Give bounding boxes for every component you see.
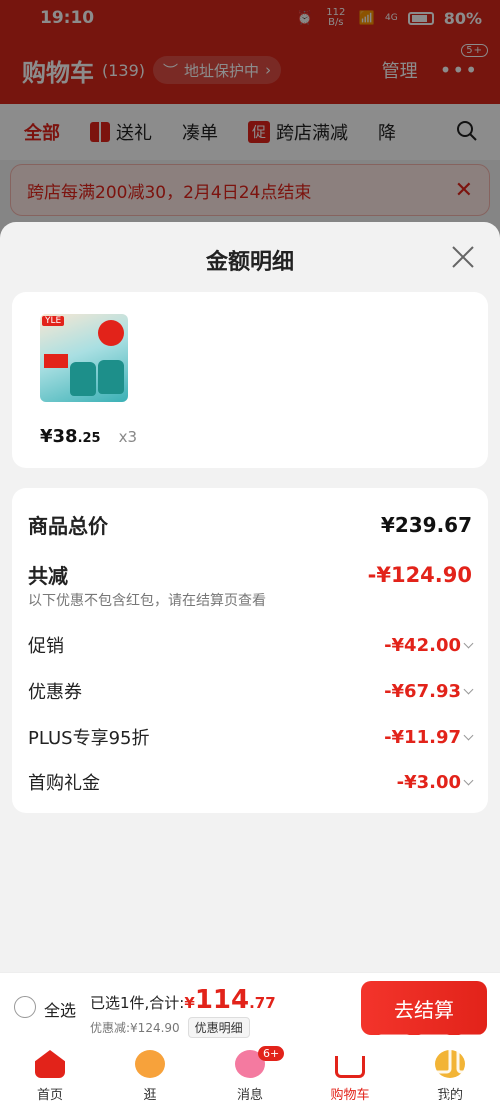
discount-label: PLUS专享95折 xyxy=(28,728,150,749)
chevron-down-icon xyxy=(463,638,474,649)
discount-row[interactable]: 优惠券 -¥67.93 xyxy=(28,678,474,704)
checkout-total: 114 xyxy=(194,985,250,1015)
home-icon xyxy=(35,1050,65,1078)
tabbar-messages[interactable]: 6+ 消息 xyxy=(200,1042,300,1111)
product-bottle xyxy=(70,362,96,396)
select-all-checkbox[interactable] xyxy=(14,996,36,1018)
reduce-label: 共减 xyxy=(28,564,68,588)
chevron-down-icon xyxy=(463,730,474,741)
discount-value: -¥3.00 xyxy=(396,771,461,793)
total-value: ¥239.67 xyxy=(380,512,472,537)
product-card: YLE ¥38.25 x3 xyxy=(12,292,488,468)
tabbar-cart[interactable]: 购物车 xyxy=(300,1042,400,1111)
close-icon[interactable] xyxy=(450,244,476,270)
discount-row[interactable]: 促销 -¥42.00 xyxy=(28,632,474,658)
reduce-note: 以下优惠不包含红包，请在结算页查看 xyxy=(28,593,266,609)
checkout-summary: 已选1件,合计: ¥ 114 .77 xyxy=(90,985,276,1015)
discount-value: -¥11.97 xyxy=(384,726,461,748)
product-price-dec: .25 xyxy=(77,431,101,446)
price-summary-card: 商品总价 ¥239.67 共减 -¥124.90 以下优惠不包含红包，请在结算页… xyxy=(12,488,488,813)
product-image-promo xyxy=(44,354,68,368)
product-price-row: ¥38.25 x3 xyxy=(40,426,137,447)
chevron-down-icon xyxy=(463,684,474,695)
discount-amount: 优惠减:¥124.90 xyxy=(90,1021,180,1035)
discount-value: -¥67.93 xyxy=(384,680,461,702)
tabbar-label: 购物车 xyxy=(330,1088,370,1103)
tabbar-browse[interactable]: 逛 xyxy=(100,1042,200,1111)
discount-value: -¥42.00 xyxy=(384,634,461,656)
discount-row[interactable]: 首购礼金 -¥3.00 xyxy=(28,769,474,795)
reduce-row: 共减 -¥124.90 xyxy=(28,560,472,589)
sheet-title: 金额明细 xyxy=(205,250,294,275)
reduce-value: -¥124.90 xyxy=(367,562,472,587)
tabbar-label: 首页 xyxy=(36,1088,63,1103)
tabbar-label: 消息 xyxy=(236,1088,263,1103)
checkout-total-cents: .77 xyxy=(249,994,276,1012)
select-all-label[interactable]: 全选 xyxy=(44,997,76,1021)
bottom-tab-bar: 首页 逛 6+ 消息 购物车 我的 xyxy=(0,1042,500,1111)
browse-icon xyxy=(135,1050,165,1078)
discount-label: 首购礼金 xyxy=(28,773,100,794)
tabbar-label: 我的 xyxy=(436,1088,463,1103)
discount-label: 促销 xyxy=(28,636,64,657)
checkout-button[interactable]: 去结算 xyxy=(361,981,487,1035)
cart-icon xyxy=(335,1056,365,1078)
total-row: 商品总价 ¥239.67 xyxy=(28,510,472,539)
product-image-stamp xyxy=(98,320,124,346)
total-currency: ¥ xyxy=(184,994,195,1012)
checkout-bar: 全选 已选1件,合计: ¥ 114 .77 优惠减:¥124.90 优惠明细 去… xyxy=(0,972,500,1042)
discount-row[interactable]: PLUS专享95折 -¥11.97 xyxy=(28,724,474,750)
discount-detail-button[interactable]: 优惠明细 xyxy=(187,1017,250,1038)
product-qty: x3 xyxy=(118,428,138,446)
checkout-discount: 优惠减:¥124.90 优惠明细 xyxy=(90,1017,250,1038)
tabbar-label: 逛 xyxy=(143,1088,157,1103)
product-image[interactable]: YLE xyxy=(40,314,128,402)
tabbar-profile[interactable]: 我的 xyxy=(400,1042,500,1111)
product-price: ¥38.25 xyxy=(40,426,101,447)
profile-icon xyxy=(435,1050,465,1078)
total-label: 商品总价 xyxy=(28,514,108,538)
message-badge: 6+ xyxy=(258,1046,285,1061)
tabbar-home[interactable]: 首页 xyxy=(0,1042,100,1111)
product-price-int: ¥38 xyxy=(40,426,78,447)
discount-label: 优惠券 xyxy=(28,682,82,703)
chevron-down-icon xyxy=(463,775,474,786)
product-bottle xyxy=(98,360,124,394)
product-image-label: YLE xyxy=(42,316,65,326)
selected-count: 已选1件,合计: xyxy=(90,994,185,1012)
